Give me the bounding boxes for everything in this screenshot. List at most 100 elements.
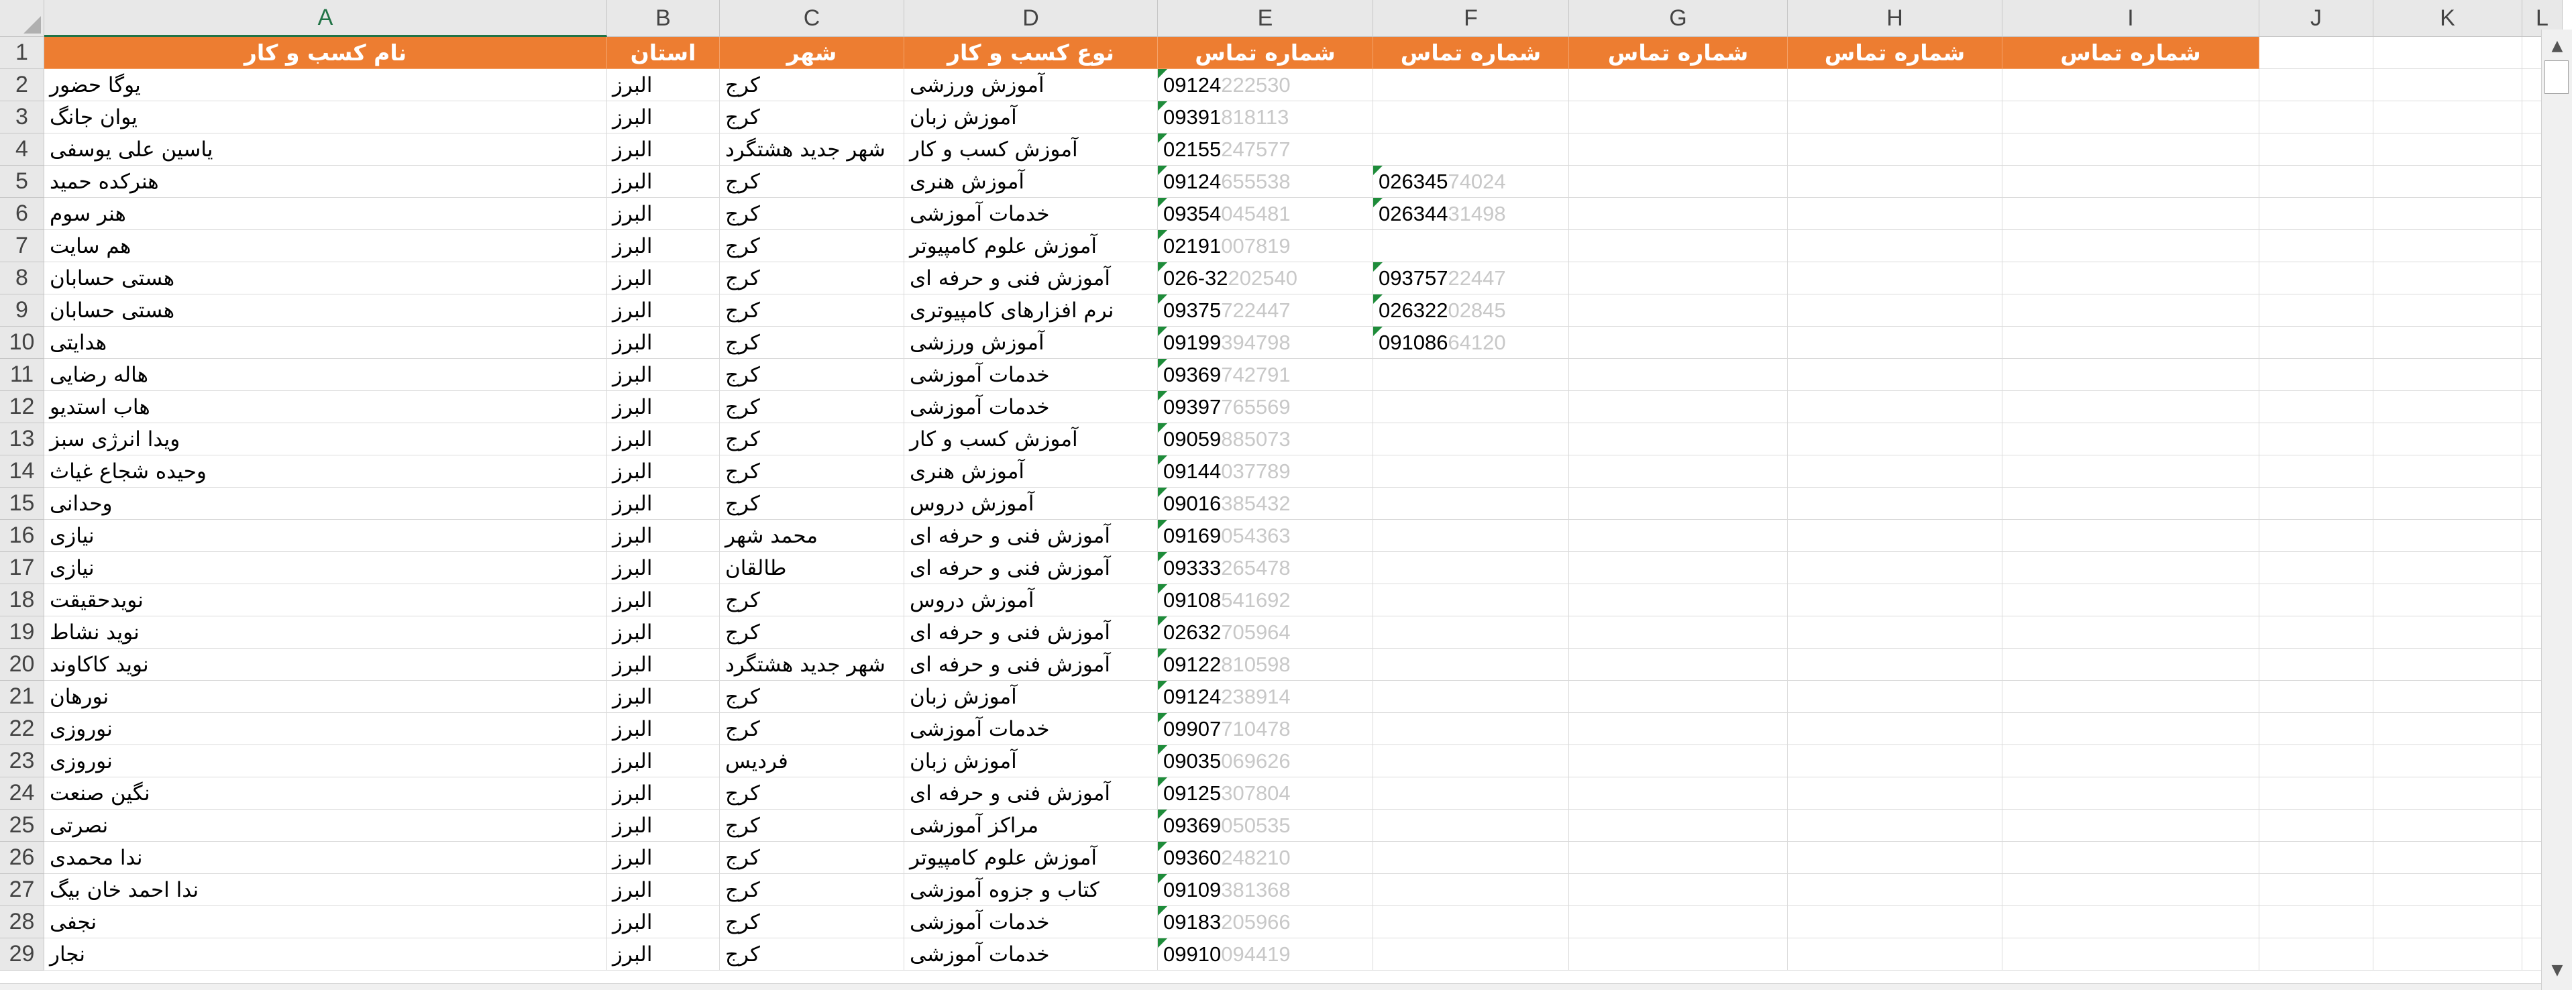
empty-cell[interactable] xyxy=(1788,681,2002,713)
empty-cell[interactable] xyxy=(2259,874,2373,906)
empty-cell[interactable] xyxy=(2259,520,2373,552)
header-cell[interactable]: شماره تماس xyxy=(1373,37,1569,69)
empty-cell[interactable] xyxy=(2259,101,2373,133)
city-cell[interactable]: کرج xyxy=(720,423,904,455)
phone-cell[interactable]: 09125 307804 xyxy=(1158,777,1373,810)
empty-cell[interactable] xyxy=(2373,230,2522,262)
empty-cell[interactable] xyxy=(1569,874,1788,906)
empty-cell[interactable] xyxy=(1788,294,2002,327)
empty-cell[interactable] xyxy=(2373,681,2522,713)
empty-cell[interactable] xyxy=(2002,649,2259,681)
column-header-c[interactable]: C xyxy=(720,0,904,37)
error-indicator-icon[interactable] xyxy=(1158,745,1167,755)
business-type-cell[interactable]: کتاب و جزوه آموزشی xyxy=(904,874,1158,906)
error-indicator-icon[interactable] xyxy=(1158,874,1167,883)
business-type-cell[interactable]: خدمات آموزشی xyxy=(904,391,1158,423)
city-cell[interactable]: شهر جدید هشتگرد xyxy=(720,649,904,681)
empty-cell[interactable] xyxy=(1788,649,2002,681)
business-type-cell[interactable]: خدمات آموزشی xyxy=(904,359,1158,391)
empty-cell[interactable] xyxy=(2373,938,2522,971)
province-cell[interactable]: البرز xyxy=(607,906,720,938)
province-cell[interactable]: البرز xyxy=(607,359,720,391)
city-cell[interactable]: کرج xyxy=(720,584,904,616)
error-indicator-icon[interactable] xyxy=(1158,359,1167,368)
business-type-cell[interactable]: آموزش علوم کامپیوتر xyxy=(904,842,1158,874)
error-indicator-icon[interactable] xyxy=(1158,423,1167,433)
empty-cell[interactable] xyxy=(2259,37,2373,69)
business-name-cell[interactable]: هستی حسابان xyxy=(44,294,607,327)
empty-cell[interactable] xyxy=(2373,262,2522,294)
error-indicator-icon[interactable] xyxy=(1158,649,1167,658)
business-name-cell[interactable]: نورهان xyxy=(44,681,607,713)
business-name-cell[interactable]: هنرکده حمید xyxy=(44,166,607,198)
error-indicator-icon[interactable] xyxy=(1158,166,1167,175)
row-header-10[interactable]: 10 xyxy=(0,327,44,359)
empty-cell[interactable] xyxy=(2373,101,2522,133)
empty-cell[interactable] xyxy=(2259,133,2373,166)
phone-cell[interactable]: 026345 74024 xyxy=(1373,166,1569,198)
row-header-26[interactable]: 26 xyxy=(0,842,44,874)
city-cell[interactable]: کرج xyxy=(720,391,904,423)
business-type-cell[interactable]: آموزش دروس xyxy=(904,584,1158,616)
empty-cell[interactable] xyxy=(2373,133,2522,166)
empty-cell[interactable] xyxy=(2002,681,2259,713)
city-cell[interactable]: کرج xyxy=(720,713,904,745)
empty-cell[interactable] xyxy=(1788,584,2002,616)
phone-cell[interactable]: 09354 045481 xyxy=(1158,198,1373,230)
header-cell[interactable]: شماره تماس xyxy=(1569,37,1788,69)
phone-cell[interactable] xyxy=(1373,649,1569,681)
empty-cell[interactable] xyxy=(1569,520,1788,552)
phone-cell[interactable]: 02155 247577 xyxy=(1158,133,1373,166)
row-header-14[interactable]: 14 xyxy=(0,455,44,488)
city-cell[interactable]: کرج xyxy=(720,874,904,906)
empty-cell[interactable] xyxy=(2259,938,2373,971)
row-header-18[interactable]: 18 xyxy=(0,584,44,616)
header-cell[interactable]: نوع کسب و کار xyxy=(904,37,1158,69)
business-name-cell[interactable]: وحدانی xyxy=(44,488,607,520)
province-cell[interactable]: البرز xyxy=(607,713,720,745)
empty-cell[interactable] xyxy=(2259,391,2373,423)
phone-cell[interactable] xyxy=(1373,713,1569,745)
error-indicator-icon[interactable] xyxy=(1158,906,1167,916)
empty-cell[interactable] xyxy=(1788,616,2002,649)
empty-cell[interactable] xyxy=(2002,906,2259,938)
business-type-cell[interactable]: مراکز آموزشی xyxy=(904,810,1158,842)
row-header-19[interactable]: 19 xyxy=(0,616,44,649)
phone-cell[interactable]: 09169 054363 xyxy=(1158,520,1373,552)
business-name-cell[interactable]: نیازی xyxy=(44,520,607,552)
business-type-cell[interactable]: آموزش فنی و حرفه ای xyxy=(904,262,1158,294)
error-indicator-icon[interactable] xyxy=(1158,198,1167,207)
phone-cell[interactable] xyxy=(1373,230,1569,262)
empty-cell[interactable] xyxy=(2373,842,2522,874)
business-name-cell[interactable]: یوگا حضور xyxy=(44,69,607,101)
empty-cell[interactable] xyxy=(2373,906,2522,938)
empty-cell[interactable] xyxy=(1569,938,1788,971)
phone-cell[interactable]: 09360 248210 xyxy=(1158,842,1373,874)
phone-cell[interactable] xyxy=(1373,810,1569,842)
empty-cell[interactable] xyxy=(1569,552,1788,584)
row-header-12[interactable]: 12 xyxy=(0,391,44,423)
row-header-16[interactable]: 16 xyxy=(0,520,44,552)
phone-cell[interactable]: 026322 02845 xyxy=(1373,294,1569,327)
empty-cell[interactable] xyxy=(1569,391,1788,423)
phone-cell[interactable] xyxy=(1373,616,1569,649)
empty-cell[interactable] xyxy=(1569,713,1788,745)
empty-cell[interactable] xyxy=(2002,391,2259,423)
header-cell[interactable]: شماره تماس xyxy=(1788,37,2002,69)
empty-cell[interactable] xyxy=(2373,520,2522,552)
error-indicator-icon[interactable] xyxy=(1158,455,1167,465)
business-type-cell[interactable]: آموزش کسب و کار xyxy=(904,423,1158,455)
scroll-up-arrow-icon[interactable]: ▲ xyxy=(2542,32,2573,59)
empty-cell[interactable] xyxy=(2259,810,2373,842)
phone-cell[interactable] xyxy=(1373,101,1569,133)
empty-cell[interactable] xyxy=(2259,294,2373,327)
empty-cell[interactable] xyxy=(1569,166,1788,198)
business-type-cell[interactable]: آموزش ورزشی xyxy=(904,327,1158,359)
province-cell[interactable]: البرز xyxy=(607,230,720,262)
business-type-cell[interactable]: آموزش هنری xyxy=(904,455,1158,488)
empty-cell[interactable] xyxy=(2259,327,2373,359)
phone-cell[interactable]: 09109 381368 xyxy=(1158,874,1373,906)
row-header-21[interactable]: 21 xyxy=(0,681,44,713)
empty-cell[interactable] xyxy=(1788,938,2002,971)
phone-cell[interactable] xyxy=(1373,938,1569,971)
